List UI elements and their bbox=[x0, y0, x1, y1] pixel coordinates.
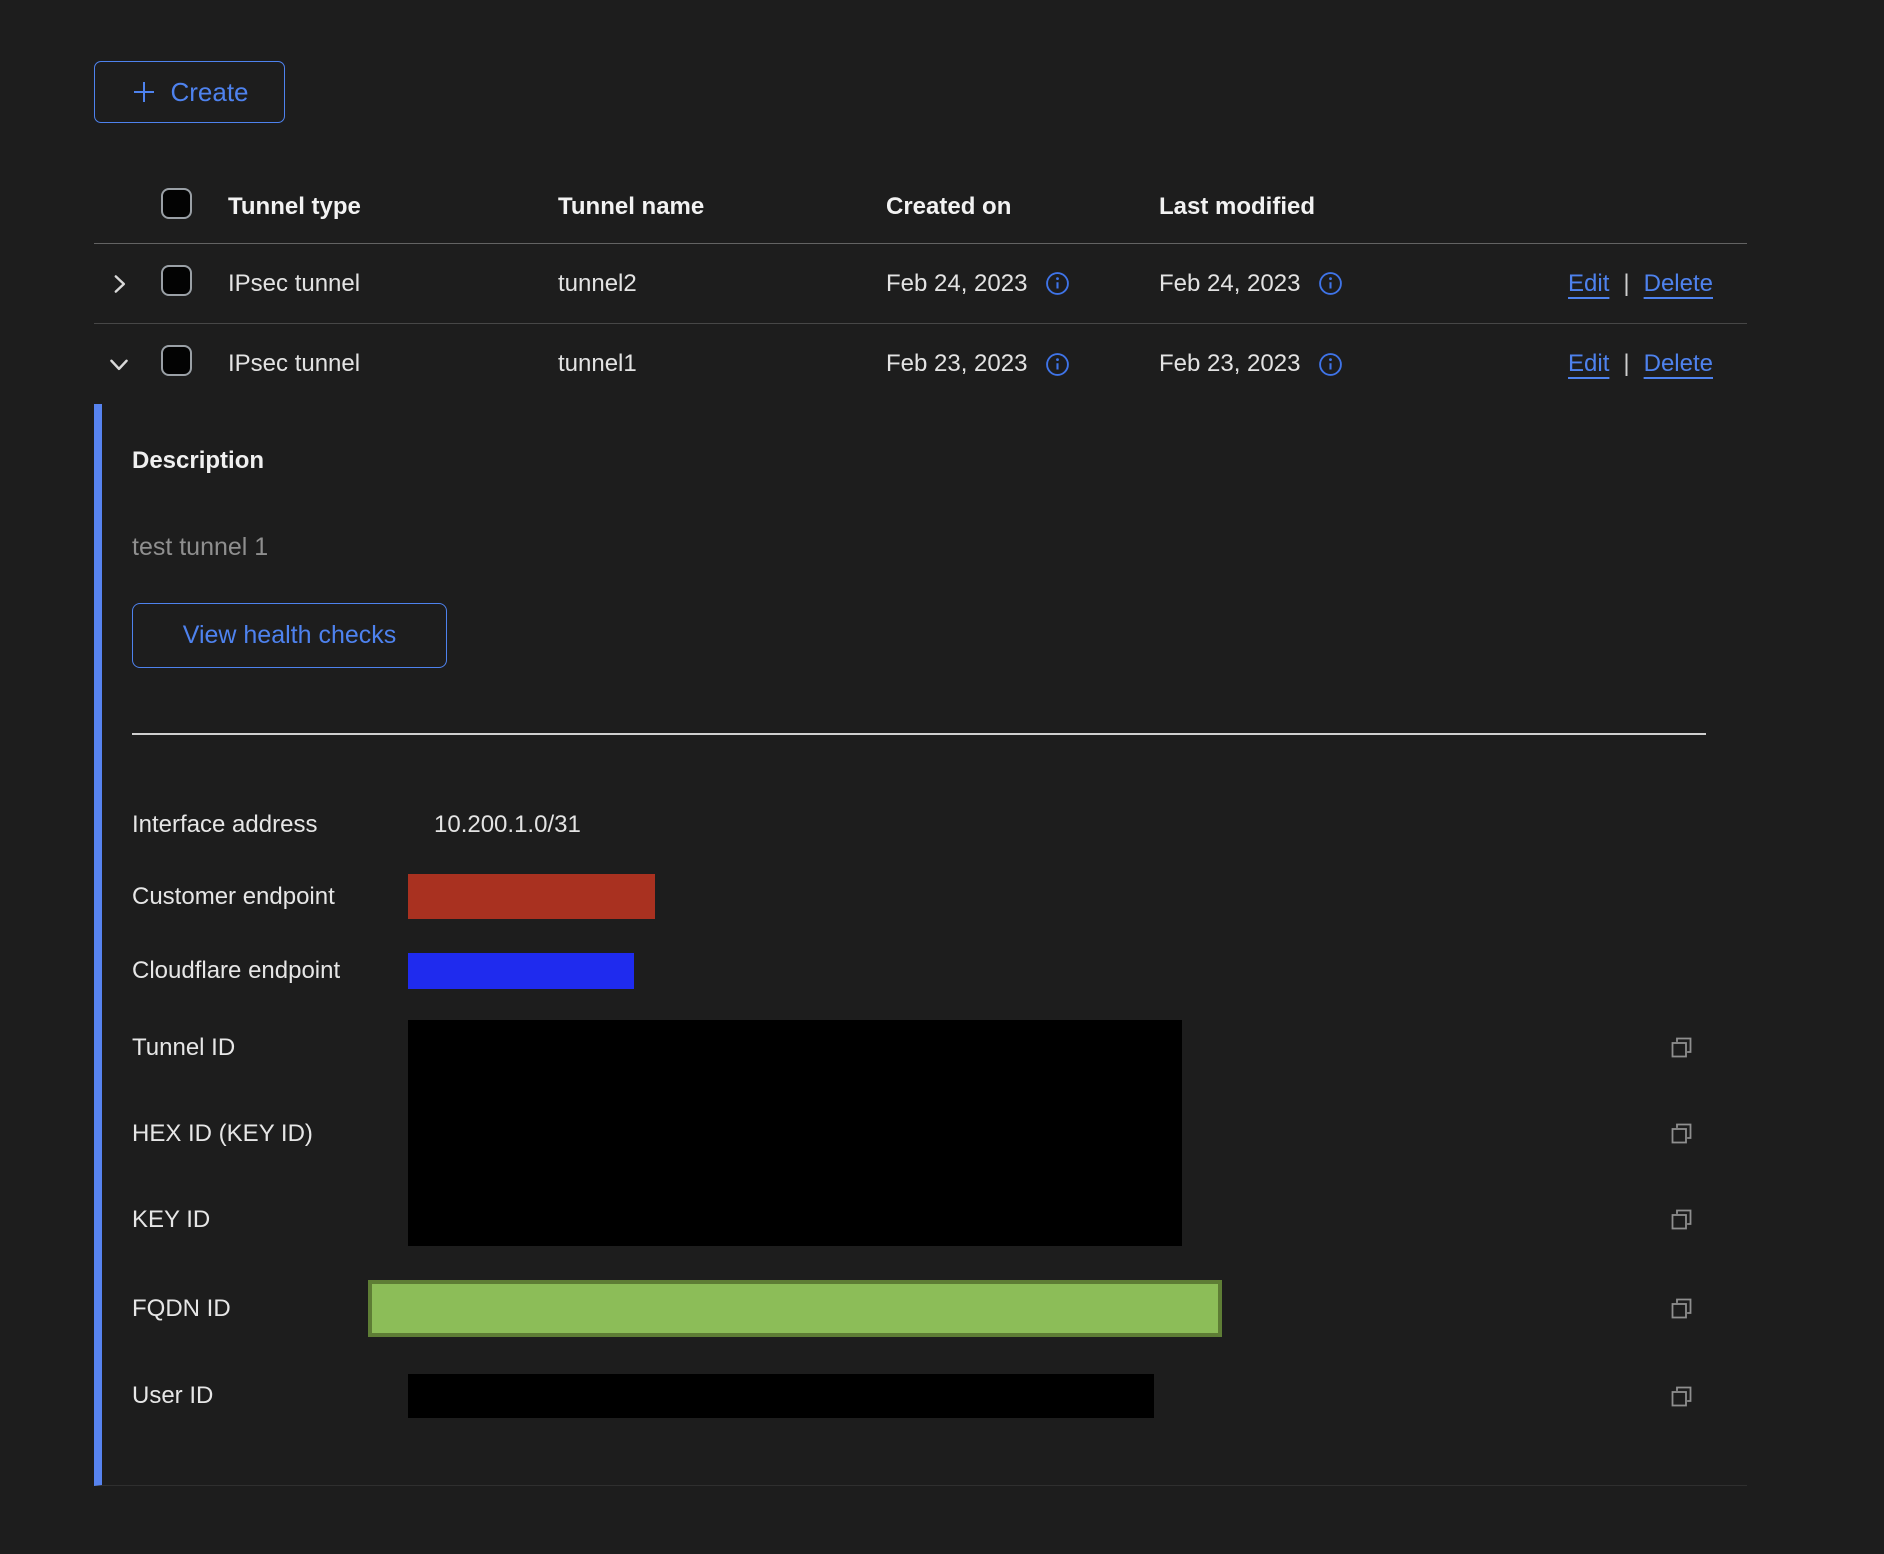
created-on-cell: Feb 23, 2023 bbox=[886, 350, 1159, 378]
tunnel-type-cell: IPsec tunnel bbox=[228, 270, 558, 298]
page: Create Tunnel type Tunnel name Created o… bbox=[0, 0, 1884, 1554]
view-health-checks-button[interactable]: View health checks bbox=[132, 603, 447, 668]
create-button[interactable]: Create bbox=[94, 61, 285, 123]
expanded-detail-panel: Description test tunnel 1 View health ch… bbox=[94, 404, 1747, 1486]
user-id-redaction bbox=[408, 1374, 1154, 1418]
select-all-checkbox[interactable] bbox=[161, 188, 192, 219]
fqdn-id-redaction bbox=[368, 1280, 1222, 1337]
info-icon bbox=[1318, 352, 1343, 377]
created-on-info-button[interactable] bbox=[1045, 352, 1070, 377]
info-icon bbox=[1318, 271, 1343, 296]
cloudflare-endpoint-row: Cloudflare endpoint bbox=[132, 953, 1747, 989]
fqdn-id-label: FQDN ID bbox=[132, 1295, 408, 1323]
cloudflare-endpoint-redaction bbox=[408, 953, 634, 989]
description-value: test tunnel 1 bbox=[132, 533, 1747, 562]
user-id-label: User ID bbox=[132, 1382, 408, 1410]
copy-fqdn-id-button[interactable] bbox=[1668, 1295, 1695, 1322]
copy-hex-id-button[interactable] bbox=[1668, 1120, 1695, 1147]
last-modified-info-button[interactable] bbox=[1318, 352, 1343, 377]
header-created-on: Created on bbox=[886, 193, 1159, 221]
tunnel-ids-row: Tunnel ID HEX ID (KEY ID) KEY ID bbox=[132, 1020, 1747, 1246]
expand-row-button[interactable] bbox=[106, 271, 132, 297]
tunnel-type-cell: IPsec tunnel bbox=[228, 350, 558, 378]
created-on-cell: Feb 24, 2023 bbox=[886, 270, 1159, 298]
interface-address-value: 10.200.1.0/31 bbox=[408, 811, 1668, 839]
cloudflare-endpoint-label: Cloudflare endpoint bbox=[132, 957, 408, 985]
copy-icon bbox=[1668, 1120, 1695, 1147]
ids-redaction-block bbox=[408, 1020, 1182, 1246]
created-on-info-button[interactable] bbox=[1045, 271, 1070, 296]
info-icon bbox=[1045, 271, 1070, 296]
fqdn-id-row: FQDN ID bbox=[132, 1280, 1747, 1337]
delete-link[interactable]: Delete bbox=[1644, 270, 1713, 298]
action-separator: | bbox=[1623, 270, 1629, 298]
chevron-down-icon bbox=[106, 351, 132, 377]
section-divider bbox=[132, 733, 1706, 735]
row-checkbox[interactable] bbox=[161, 345, 192, 376]
created-on-value: Feb 24, 2023 bbox=[886, 270, 1027, 298]
interface-address-label: Interface address bbox=[132, 811, 408, 839]
tunnel-id-label: Tunnel ID bbox=[132, 1034, 408, 1062]
last-modified-value: Feb 23, 2023 bbox=[1159, 350, 1300, 378]
tunnel-name-cell: tunnel2 bbox=[558, 270, 886, 298]
interface-address-row: Interface address 10.200.1.0/31 bbox=[132, 802, 1747, 847]
user-id-row: User ID bbox=[132, 1374, 1747, 1418]
row-checkbox[interactable] bbox=[161, 265, 192, 296]
action-separator: | bbox=[1623, 350, 1629, 378]
copy-icon bbox=[1668, 1206, 1695, 1233]
copy-icon bbox=[1668, 1383, 1695, 1410]
copy-key-id-button[interactable] bbox=[1668, 1206, 1695, 1233]
header-tunnel-type: Tunnel type bbox=[228, 193, 558, 221]
collapse-row-button[interactable] bbox=[106, 351, 132, 377]
copy-user-id-button[interactable] bbox=[1668, 1383, 1695, 1410]
last-modified-info-button[interactable] bbox=[1318, 271, 1343, 296]
info-icon bbox=[1045, 352, 1070, 377]
hex-id-label: HEX ID (KEY ID) bbox=[132, 1120, 408, 1148]
table-row: IPsec tunnel tunnel2 Feb 24, 2023 Feb 24… bbox=[94, 244, 1747, 324]
plus-icon bbox=[130, 78, 158, 106]
last-modified-value: Feb 24, 2023 bbox=[1159, 270, 1300, 298]
table-header-row: Tunnel type Tunnel name Created on Last … bbox=[94, 170, 1747, 244]
last-modified-cell: Feb 24, 2023 bbox=[1159, 270, 1452, 298]
customer-endpoint-row: Customer endpoint bbox=[132, 874, 1747, 919]
key-id-label: KEY ID bbox=[132, 1206, 408, 1234]
copy-tunnel-id-button[interactable] bbox=[1668, 1034, 1695, 1061]
description-label: Description bbox=[132, 447, 1747, 475]
tunnels-table: Tunnel type Tunnel name Created on Last … bbox=[94, 170, 1747, 1486]
edit-link[interactable]: Edit bbox=[1568, 350, 1609, 378]
table-row: IPsec tunnel tunnel1 Feb 23, 2023 Feb 23… bbox=[94, 324, 1747, 404]
customer-endpoint-label: Customer endpoint bbox=[132, 883, 408, 911]
copy-icon bbox=[1668, 1034, 1695, 1061]
edit-link[interactable]: Edit bbox=[1568, 270, 1609, 298]
customer-endpoint-redaction bbox=[408, 874, 655, 919]
created-on-value: Feb 23, 2023 bbox=[886, 350, 1027, 378]
create-button-label: Create bbox=[170, 77, 248, 108]
chevron-right-icon bbox=[106, 271, 132, 297]
tunnel-name-cell: tunnel1 bbox=[558, 350, 886, 378]
last-modified-cell: Feb 23, 2023 bbox=[1159, 350, 1452, 378]
header-tunnel-name: Tunnel name bbox=[558, 193, 886, 221]
header-last-modified: Last modified bbox=[1159, 193, 1452, 221]
delete-link[interactable]: Delete bbox=[1644, 350, 1713, 378]
copy-icon bbox=[1668, 1295, 1695, 1322]
